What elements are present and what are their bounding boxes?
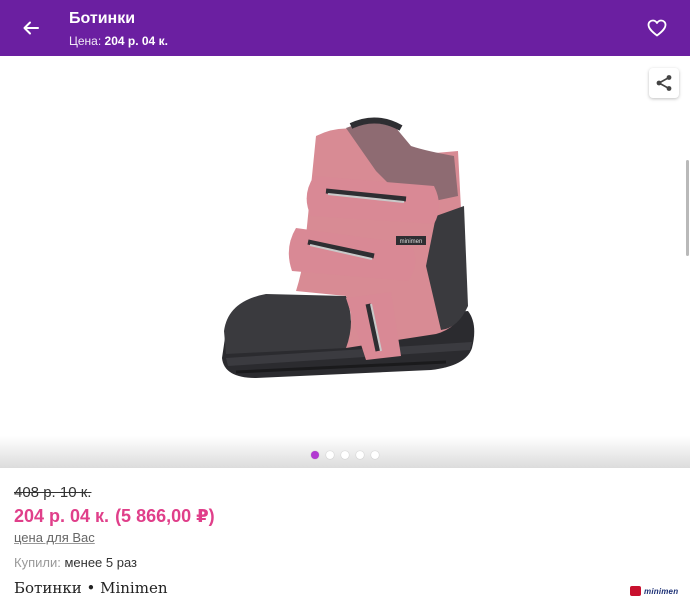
- header-price-label: Цена:: [69, 34, 102, 48]
- brand-logo-text: minimen: [644, 586, 679, 596]
- pagination-dot[interactable]: [356, 451, 364, 459]
- pagination-dot[interactable]: [311, 451, 319, 459]
- gallery-pagination: [0, 451, 690, 459]
- pagination-dot[interactable]: [341, 451, 349, 459]
- product-info: 408 р. 10 к. 204 р. 04 к. (5 866,00 ₽) це…: [14, 484, 676, 597]
- bought-label: Купили:: [14, 555, 61, 570]
- bought-value: менее 5 раз: [64, 555, 138, 570]
- page-title: Ботинки: [69, 10, 136, 27]
- product-name: Ботинки • Minimen: [14, 579, 168, 597]
- scrollbar-thumb[interactable]: [686, 160, 689, 256]
- brand-mark-icon: [630, 586, 641, 596]
- share-button[interactable]: [649, 68, 679, 98]
- product-image[interactable]: minimen: [196, 66, 500, 446]
- app-header: Ботинки Цена: 204 р. 04 к.: [0, 0, 690, 56]
- header-price: Цена: 204 р. 04 к.: [69, 34, 168, 48]
- current-price: 204 р. 04 к.: [14, 506, 110, 526]
- bought-count: Купили: менее 5 раз: [14, 555, 676, 570]
- heart-icon: [647, 19, 667, 37]
- header-price-value: 204 р. 04 к.: [104, 34, 168, 48]
- product-gallery[interactable]: minimen: [0, 56, 690, 468]
- share-icon: [656, 75, 672, 91]
- favorite-button[interactable]: [644, 15, 670, 41]
- back-button[interactable]: [17, 14, 45, 42]
- boot-label: minimen: [400, 239, 423, 245]
- pagination-dot[interactable]: [371, 451, 379, 459]
- brand-logo[interactable]: minimen: [630, 584, 678, 598]
- old-price: 408 р. 10 к.: [14, 484, 92, 501]
- rub-price: (5 866,00 ₽): [115, 506, 215, 526]
- pagination-dot[interactable]: [326, 451, 334, 459]
- price-note-link[interactable]: цена для Вас: [14, 530, 95, 545]
- current-price-line: 204 р. 04 к. (5 866,00 ₽): [14, 506, 676, 527]
- arrow-left-icon: [23, 21, 39, 35]
